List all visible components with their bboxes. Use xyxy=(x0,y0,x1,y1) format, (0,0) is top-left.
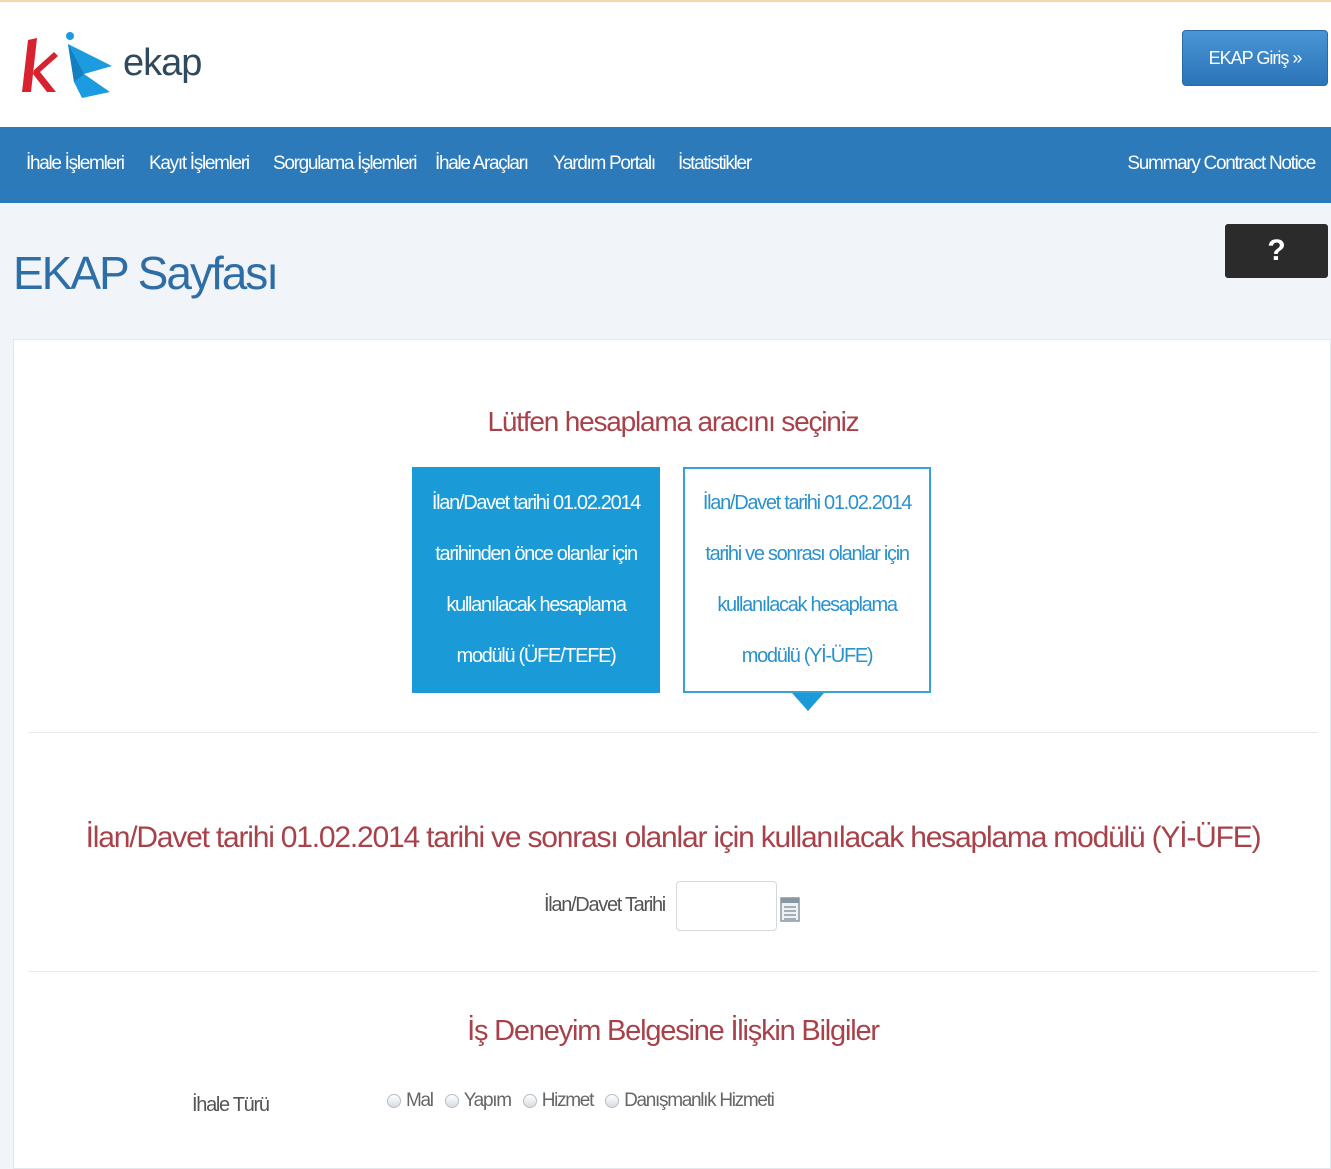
experience-heading: İş Deneyim Belgesine İlişkin Bilgiler xyxy=(467,1015,880,1047)
radio-button[interactable] xyxy=(387,1094,401,1108)
nav-item-tender-tools[interactable]: İhale Araçları xyxy=(435,127,529,203)
section-divider xyxy=(28,971,1318,972)
radio-label: Hizmet xyxy=(541,1090,595,1111)
tool-option-ufe-tefe[interactable]: İlan/Davet tarihi 01.02.2014 tarihinden … xyxy=(412,467,660,693)
radio-option-service[interactable]: Hizmet xyxy=(522,1090,595,1112)
radio-button[interactable] xyxy=(605,1094,620,1108)
nav-item-statistics[interactable]: İstatistikler xyxy=(678,127,752,203)
nav-item-help-portal[interactable]: Yardım Portalı xyxy=(553,127,656,203)
module-heading: İlan/Davet tarihi 01.02.2014 tarihi ve s… xyxy=(85,821,1262,854)
nav-item-tender-operations[interactable]: İhale İşlemleri xyxy=(26,127,125,203)
help-button[interactable]: ? xyxy=(1225,224,1328,278)
tender-type-label: İhale Türü xyxy=(192,1094,270,1116)
radio-button[interactable] xyxy=(522,1094,537,1108)
nav-item-registration-operations[interactable]: Kayıt İşlemleri xyxy=(149,127,250,203)
radio-option-consultancy[interactable]: Danışmanlık Hizmeti xyxy=(605,1090,775,1112)
logo-wordmark: ekap xyxy=(123,42,202,84)
tool-option-label: İlan/Davet tarihi 01.02.2014 tarihinden … xyxy=(431,492,642,667)
tool-select-heading: Lütfen hesaplama aracını seçiniz xyxy=(487,406,860,437)
radio-label: Yapım xyxy=(463,1090,512,1111)
radio-label: Danışmanlık Hizmeti xyxy=(624,1090,775,1111)
ekap-login-button[interactable]: EKAP Giriş » xyxy=(1182,30,1328,86)
main-navbar: İhale İşlemleri Kayıt İşlemleri Sorgulam… xyxy=(0,127,1331,203)
page-title: EKAP Sayfası xyxy=(13,247,279,299)
date-label: İlan/Davet Tarihi xyxy=(544,894,666,916)
selected-tool-pointer xyxy=(792,693,824,711)
radio-button[interactable] xyxy=(444,1094,459,1108)
nav-item-query-operations[interactable]: Sorgulama İşlemleri xyxy=(273,127,418,203)
tool-option-label: İlan/Davet tarihi 01.02.2014 tarihi ve s… xyxy=(702,492,913,667)
tender-type-radio-group: Mal Yapım Hizmet Danışmanlık Hizmeti xyxy=(387,1090,786,1112)
site-header: ekap EKAP Giriş » xyxy=(0,2,1331,127)
section-divider xyxy=(28,732,1318,733)
date-input[interactable] xyxy=(676,881,777,931)
calendar-icon[interactable] xyxy=(780,896,800,922)
nav-item-summary-contract-notice[interactable]: Summary Contract Notice xyxy=(1127,127,1316,203)
radio-option-construction[interactable]: Yapım xyxy=(444,1090,512,1112)
tool-option-yi-ufe[interactable]: İlan/Davet tarihi 01.02.2014 tarihi ve s… xyxy=(683,467,931,693)
radio-option-goods[interactable]: Mal xyxy=(387,1090,434,1112)
calculation-panel: Lütfen hesaplama aracını seçiniz İlan/Da… xyxy=(13,339,1331,1169)
radio-label: Mal xyxy=(406,1090,434,1111)
